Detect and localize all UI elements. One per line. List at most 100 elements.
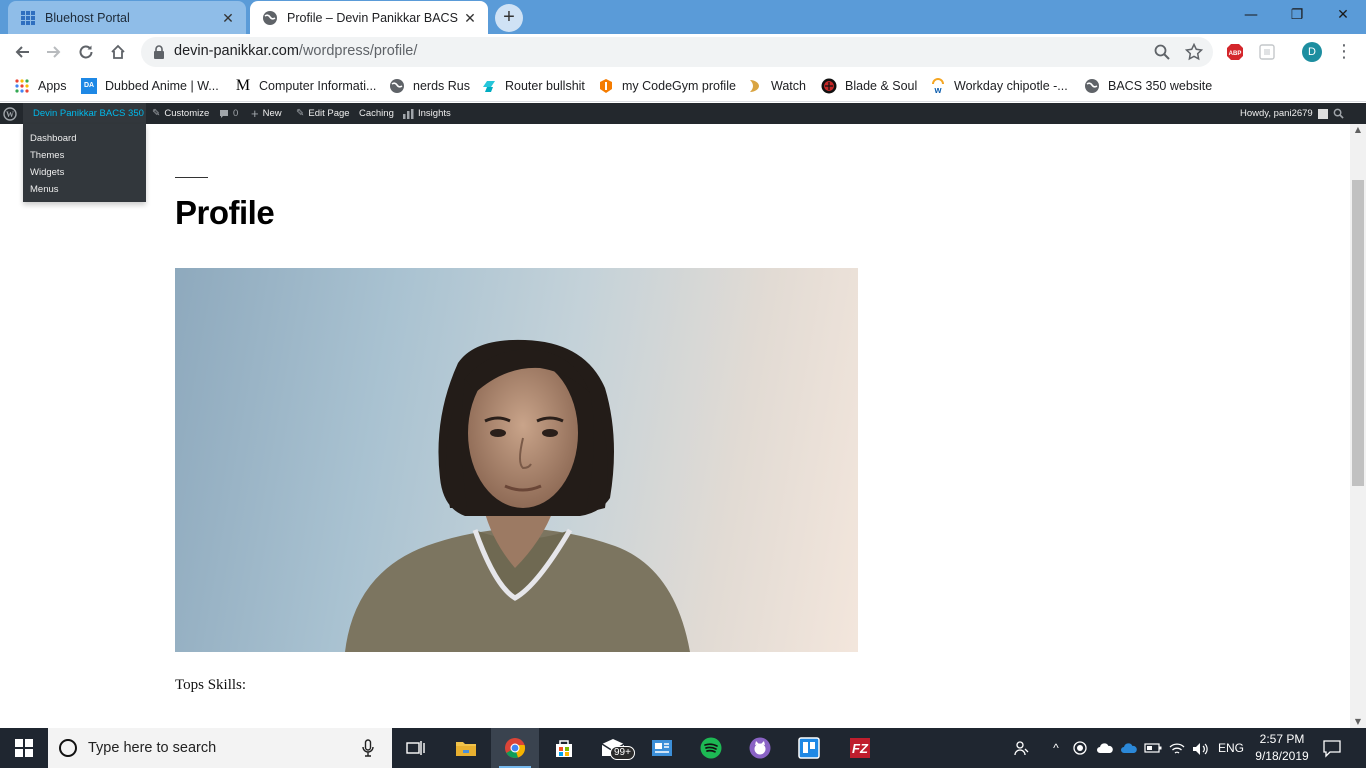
- close-tab-icon[interactable]: ✕: [460, 8, 480, 28]
- scroll-up-arrow-icon[interactable]: ▲: [1350, 124, 1366, 136]
- dropdown-menus[interactable]: Menus: [23, 181, 146, 198]
- task-view-button[interactable]: [392, 728, 440, 768]
- record-icon[interactable]: [1070, 728, 1090, 768]
- svg-text:w: w: [933, 85, 942, 94]
- bookmark-watch[interactable]: Watch: [747, 76, 806, 96]
- bookmark-label: Apps: [38, 79, 67, 93]
- extension-icon[interactable]: [1258, 43, 1276, 61]
- star-icon[interactable]: [1185, 43, 1203, 61]
- volume-icon[interactable]: [1189, 728, 1211, 768]
- svg-text:W: W: [6, 110, 14, 119]
- caching-menu[interactable]: Caching: [359, 103, 394, 124]
- site-name: Devin Panikkar BACS 350: [33, 108, 144, 119]
- caching-label: Caching: [359, 108, 394, 119]
- battery-icon[interactable]: [1142, 728, 1164, 768]
- show-hidden-icons-chevron-icon[interactable]: ^: [1046, 728, 1066, 768]
- bookmark-blade-soul[interactable]: Blade & Soul: [821, 76, 917, 96]
- url-path: /wordpress/profile/: [298, 43, 418, 59]
- mail-button[interactable]: 99+: [589, 728, 637, 768]
- new-content-menu[interactable]: + New: [251, 103, 282, 124]
- bookmark-label: Router bullshit: [505, 79, 585, 93]
- comments-link[interactable]: 0: [219, 103, 238, 124]
- tab-profile[interactable]: Profile – Devin Panikkar BACS 350 ✕: [250, 1, 488, 34]
- search-placeholder: Type here to search: [88, 740, 217, 756]
- bookmark-label: Computer Informati...: [259, 79, 377, 93]
- chrome-icon: [505, 738, 526, 758]
- bookmark-bacs350[interactable]: BACS 350 website: [1084, 76, 1212, 96]
- onedrive-business-icon[interactable]: [1118, 728, 1140, 768]
- bladesoul-icon: [821, 78, 837, 94]
- watch-icon: [750, 80, 759, 92]
- system-clock[interactable]: 2:57 PM 9/18/2019: [1252, 731, 1312, 765]
- dropdown-themes[interactable]: Themes: [23, 147, 146, 164]
- bookmark-router[interactable]: Router bullshit: [481, 76, 585, 96]
- zoom-icon[interactable]: [1153, 43, 1171, 61]
- dropdown-widgets[interactable]: Widgets: [23, 164, 146, 181]
- bookmark-codegym[interactable]: my CodeGym profile: [598, 76, 736, 96]
- bookmark-label: Blade & Soul: [845, 79, 918, 93]
- profile-photo: [175, 268, 858, 652]
- close-tab-icon[interactable]: ✕: [218, 8, 238, 28]
- url-host: devin-panikkar.com: [174, 43, 299, 59]
- action-center-icon[interactable]: [1322, 738, 1342, 758]
- bookmark-label: nerds Rus: [413, 79, 470, 93]
- bookmark-apps[interactable]: Apps: [14, 76, 67, 96]
- bookmark-computer-information[interactable]: M Computer Informati...: [235, 76, 377, 96]
- admin-search-icon[interactable]: [1333, 103, 1344, 124]
- chrome-button[interactable]: [491, 728, 539, 768]
- news-app-button[interactable]: [638, 728, 686, 768]
- abp-label: ABP: [1229, 51, 1242, 57]
- store-button[interactable]: [540, 728, 588, 768]
- start-button[interactable]: [0, 728, 48, 768]
- wifi-icon[interactable]: [1166, 728, 1188, 768]
- scrollbar-thumb[interactable]: [1352, 180, 1364, 486]
- minimize-button[interactable]: —: [1228, 0, 1274, 30]
- bookmark-label: Workday chipotle -...: [954, 79, 1068, 93]
- customize-link[interactable]: ✎ Customize: [152, 103, 209, 124]
- reload-button[interactable]: [72, 38, 100, 66]
- site-name-menu[interactable]: Devin Panikkar BACS 350: [23, 103, 146, 124]
- onedrive-personal-icon[interactable]: [1094, 728, 1116, 768]
- new-tab-button[interactable]: +: [495, 4, 523, 32]
- spotify-button[interactable]: [687, 728, 735, 768]
- dropdown-dashboard[interactable]: Dashboard: [23, 130, 146, 147]
- profile-avatar[interactable]: D: [1302, 42, 1322, 62]
- edit-page-link[interactable]: ✎ Edit Page: [296, 103, 350, 124]
- my-account-menu[interactable]: Howdy, pani2679: [1240, 103, 1328, 124]
- wp-admin-bar: W Devin Panikkar BACS 350 ✎ Customize 0 …: [0, 103, 1366, 124]
- comments-count: 0: [233, 108, 239, 119]
- back-button[interactable]: [8, 38, 36, 66]
- adblock-plus-icon[interactable]: ABP: [1226, 43, 1244, 61]
- page-scrollbar[interactable]: ▲ ▼: [1350, 124, 1366, 728]
- bookmark-dubbed-anime[interactable]: DA Dubbed Anime | W...: [81, 76, 219, 96]
- insights-menu[interactable]: Insights: [403, 103, 451, 124]
- home-button[interactable]: [104, 38, 132, 66]
- bookmark-label: Dubbed Anime | W...: [105, 79, 219, 93]
- filezilla-button[interactable]: FZ: [836, 728, 884, 768]
- close-window-button[interactable]: ✕: [1320, 0, 1366, 30]
- profile-photo-drawing: [345, 339, 690, 652]
- language-indicator[interactable]: ENG: [1214, 728, 1248, 768]
- task-view-icon: [406, 741, 425, 755]
- globe-icon: [390, 79, 404, 93]
- codegym-icon: [600, 79, 612, 93]
- trello-button[interactable]: [785, 728, 833, 768]
- microphone-icon[interactable]: [358, 739, 378, 757]
- address-bar[interactable]: devin-panikkar.com/wordpress/profile/: [141, 37, 1213, 67]
- da-icon: DA: [81, 78, 97, 94]
- bookmark-nerds-rus[interactable]: nerds Rus: [389, 76, 470, 96]
- tab-bluehost-portal[interactable]: Bluehost Portal ✕: [8, 1, 246, 34]
- search-icon: [1333, 108, 1344, 119]
- scroll-down-arrow-icon[interactable]: ▼: [1350, 716, 1366, 728]
- taskbar-search-box[interactable]: Type here to search: [48, 728, 392, 768]
- filezilla-icon: FZ: [850, 738, 870, 758]
- forward-button[interactable]: [40, 38, 68, 66]
- file-explorer-button[interactable]: [442, 728, 490, 768]
- bookmark-workday[interactable]: w Workday chipotle -...: [930, 76, 1068, 96]
- github-desktop-button[interactable]: [736, 728, 784, 768]
- page-content: Profile Tops Skills:: [0, 124, 1350, 728]
- people-icon[interactable]: [1010, 728, 1034, 768]
- chrome-menu-icon[interactable]: ⋮: [1335, 40, 1353, 64]
- restore-button[interactable]: ❐: [1274, 0, 1320, 30]
- wp-logo-menu[interactable]: W: [3, 103, 17, 124]
